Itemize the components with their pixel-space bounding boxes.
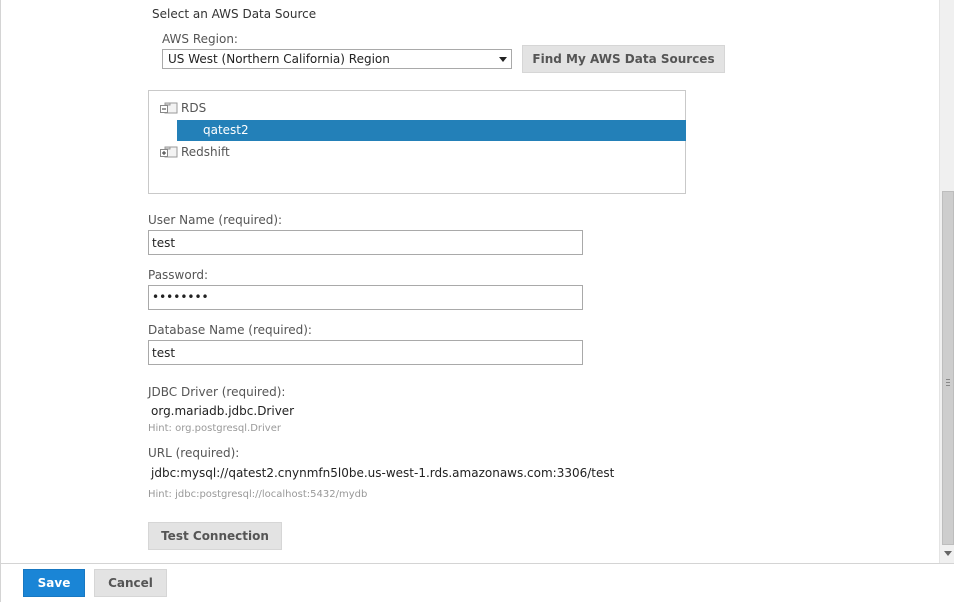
tree-node-label: RDS	[181, 101, 207, 115]
jdbc-driver-label: JDBC Driver (required):	[148, 385, 286, 399]
tree-node-label: Redshift	[181, 145, 230, 159]
url-label: URL (required):	[148, 446, 240, 460]
dialog-frame: Select an AWS Data Source AWS Region: US…	[0, 0, 954, 602]
jdbc-driver-hint: Hint: org.postgresql.Driver	[148, 423, 281, 434]
scrollbar-thumb[interactable]	[942, 191, 954, 545]
dropdown-caret-icon	[499, 57, 507, 62]
aws-region-select[interactable]: US West (Northern California) Region	[162, 49, 512, 69]
tree-node-redshift[interactable]: Redshift	[149, 142, 349, 162]
url-value[interactable]: jdbc:mysql://qatest2.cnynmfn5l0be.us-wes…	[151, 466, 614, 480]
dialog-footer: Save Cancel	[1, 563, 954, 602]
username-label: User Name (required):	[148, 213, 283, 227]
tree-node-rds[interactable]: RDS	[149, 98, 349, 118]
save-button[interactable]: Save	[23, 569, 85, 597]
test-connection-button[interactable]: Test Connection	[148, 522, 282, 550]
tree-item-label: qatest2	[203, 123, 249, 137]
database-name-label: Database Name (required):	[148, 323, 312, 337]
aws-region-selected-value: US West (Northern California) Region	[168, 52, 390, 66]
form-content: Select an AWS Data Source AWS Region: US…	[1, 0, 939, 563]
jdbc-driver-value[interactable]: org.mariadb.jdbc.Driver	[151, 404, 294, 418]
scroll-down-arrow-icon[interactable]	[944, 551, 952, 556]
url-hint: Hint: jdbc:postgresql://localhost:5432/m…	[148, 489, 368, 500]
cancel-button[interactable]: Cancel	[94, 569, 167, 597]
data-source-tree: RDS qatest2 Redshift	[148, 90, 686, 194]
username-input[interactable]: test	[148, 230, 583, 255]
folder-collapse-icon[interactable]	[160, 102, 178, 114]
vertical-scrollbar[interactable]	[939, 0, 954, 563]
database-name-input[interactable]: test	[148, 340, 583, 365]
password-label: Password:	[148, 268, 209, 282]
aws-region-label: AWS Region:	[162, 32, 238, 46]
password-input[interactable]: ••••••••	[148, 285, 583, 310]
folder-expand-icon[interactable]	[160, 146, 178, 158]
scrollbar-grip-icon	[946, 379, 950, 386]
tree-item-qatest2-selected[interactable]: qatest2	[177, 120, 686, 141]
section-title: Select an AWS Data Source	[152, 7, 317, 21]
find-aws-data-sources-button[interactable]: Find My AWS Data Sources	[522, 45, 725, 73]
